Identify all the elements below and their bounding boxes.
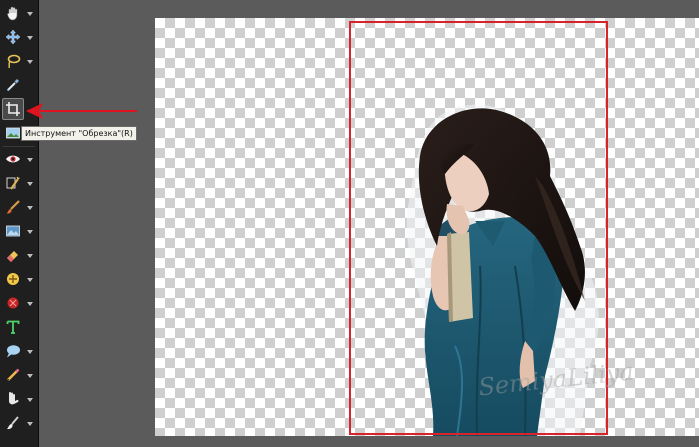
eraser-icon — [7, 251, 18, 262]
speech-bubble-flyout-arrow[interactable] — [27, 350, 33, 354]
eyedropper-icon — [6, 79, 19, 92]
shape-tool[interactable] — [2, 292, 24, 314]
eyedropper-tool[interactable] — [2, 74, 24, 96]
brush-flyout-arrow[interactable] — [27, 206, 33, 210]
toolbar-separator — [3, 146, 35, 147]
tools-panel — [0, 0, 39, 447]
pencil-flyout-arrow[interactable] — [27, 374, 33, 378]
hand-tool[interactable] — [2, 2, 24, 24]
paint-tool[interactable] — [2, 412, 24, 434]
pencil-icon — [7, 368, 20, 381]
hand-icon — [7, 6, 18, 21]
speech-bubble-tool[interactable] — [2, 340, 24, 362]
hand-flyout-arrow[interactable] — [27, 12, 33, 16]
adjust-brush-flyout-arrow[interactable] — [27, 182, 33, 186]
picture-icon — [6, 127, 20, 139]
red-eye-tool[interactable] — [2, 148, 24, 170]
wand-brush-icon — [6, 176, 20, 190]
speech-bubble-icon — [7, 345, 20, 358]
shape-flyout-arrow[interactable] — [27, 302, 33, 306]
crop-tool-tooltip: Инструмент "Обрезка"(R) — [21, 126, 137, 141]
clone-icon — [7, 273, 19, 285]
eraser-tool[interactable] — [2, 244, 24, 266]
move-tool[interactable] — [2, 26, 24, 48]
picture-fill-icon — [6, 225, 20, 237]
brush-icon — [6, 200, 20, 214]
text-icon — [6, 320, 20, 334]
paint-icon — [7, 416, 19, 430]
lasso-icon — [7, 54, 21, 69]
crop-icon — [6, 102, 20, 116]
move-icon — [5, 29, 21, 45]
photo-editor-window: Инструмент "Обрезка"(R) SemiyaLiliya — [0, 0, 699, 447]
retouch-flyout-arrow[interactable] — [27, 278, 33, 282]
move-flyout-arrow[interactable] — [27, 36, 33, 40]
smudge-flyout-arrow[interactable] — [27, 398, 33, 402]
retouch-tool[interactable] — [2, 268, 24, 290]
smudge-icon — [9, 392, 19, 405]
smudge-tool[interactable] — [2, 388, 24, 410]
text-tool[interactable] — [2, 316, 24, 338]
brush-tool[interactable] — [2, 196, 24, 218]
fill-flyout-arrow[interactable] — [27, 230, 33, 234]
lasso-flyout-arrow[interactable] — [27, 60, 33, 64]
shape-icon — [7, 297, 19, 309]
paint-flyout-arrow[interactable] — [27, 422, 33, 426]
eye-icon — [6, 155, 20, 163]
pencil-tool[interactable] — [2, 364, 24, 386]
adjust-brush-tool[interactable] — [2, 172, 24, 194]
crop-tool[interactable] — [2, 98, 24, 120]
eraser-flyout-arrow[interactable] — [27, 254, 33, 258]
eye-flyout-arrow[interactable] — [27, 158, 33, 162]
fill-tool[interactable] — [2, 220, 24, 242]
lasso-tool[interactable] — [2, 50, 24, 72]
annotation-arrow — [26, 103, 137, 119]
